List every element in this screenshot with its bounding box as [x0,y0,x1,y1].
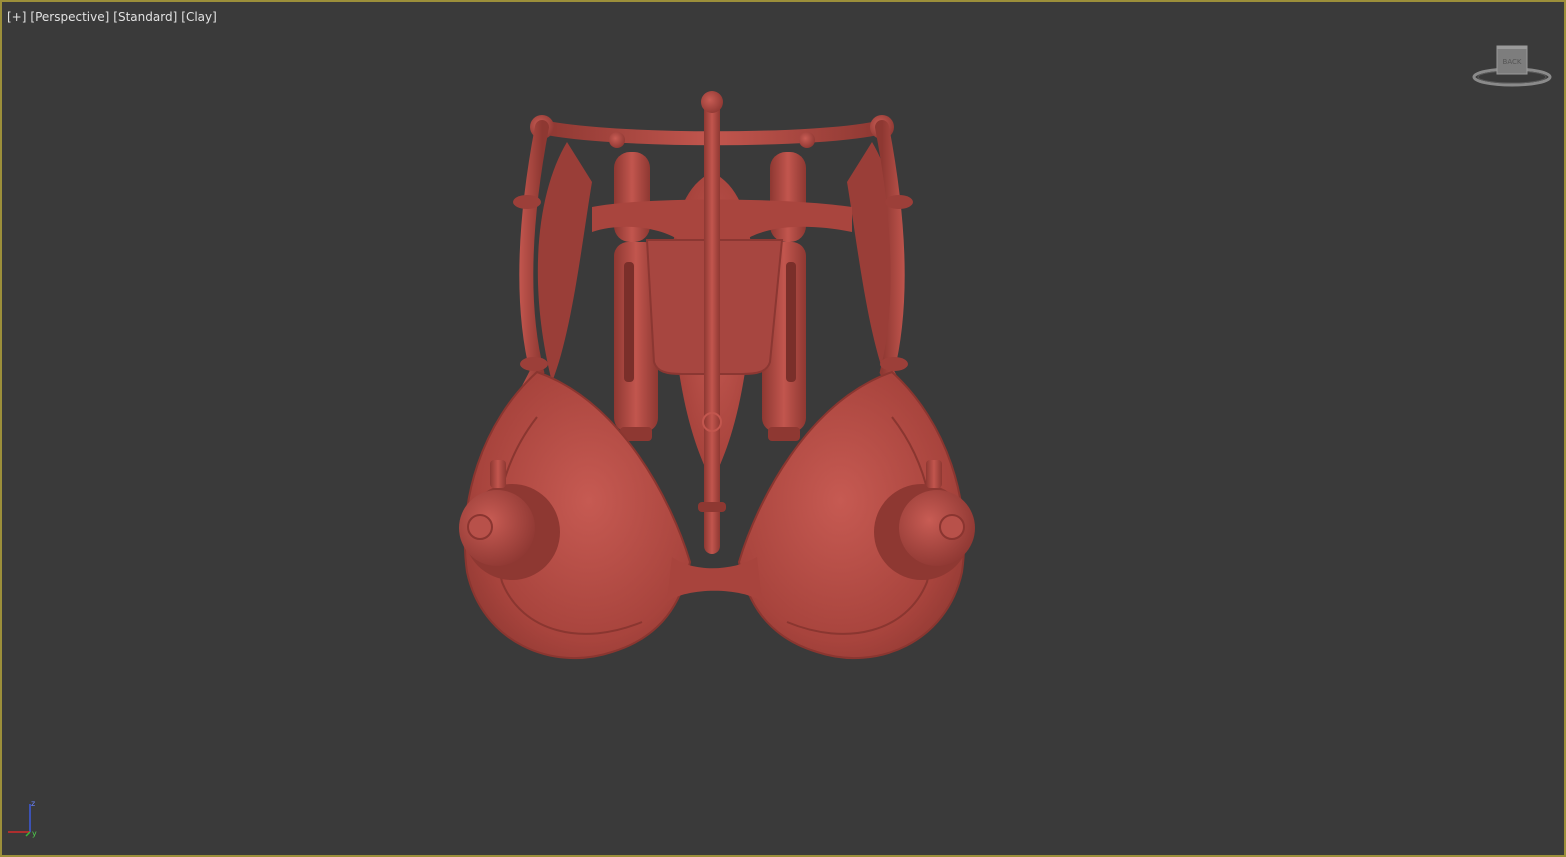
center-bridge [667,557,762,602]
left-back-wing [537,142,592,382]
viewport-menu-plus[interactable]: [+] [7,10,26,24]
viewport-label-bar: [+] [Perspective] [Standard] [Clay] [7,10,217,24]
center-pipe [704,94,720,554]
perspective-viewport[interactable]: [+] [Perspective] [Standard] [Clay] BACK… [0,0,1566,857]
axis-y-label: y [32,829,37,838]
viewcube[interactable]: BACK [1468,40,1558,94]
axis-tripod-icon: z y [8,799,37,838]
axis-z-label: z [31,799,35,808]
viewport-shading-standard-label[interactable]: [Standard] [113,10,177,24]
viewcube-face-label: BACK [1503,58,1522,66]
viewport-point-of-view-label[interactable]: [Perspective] [30,10,109,24]
viewport-clay-label[interactable]: [Clay] [181,10,217,24]
clay-harness-model[interactable] [442,82,1002,682]
